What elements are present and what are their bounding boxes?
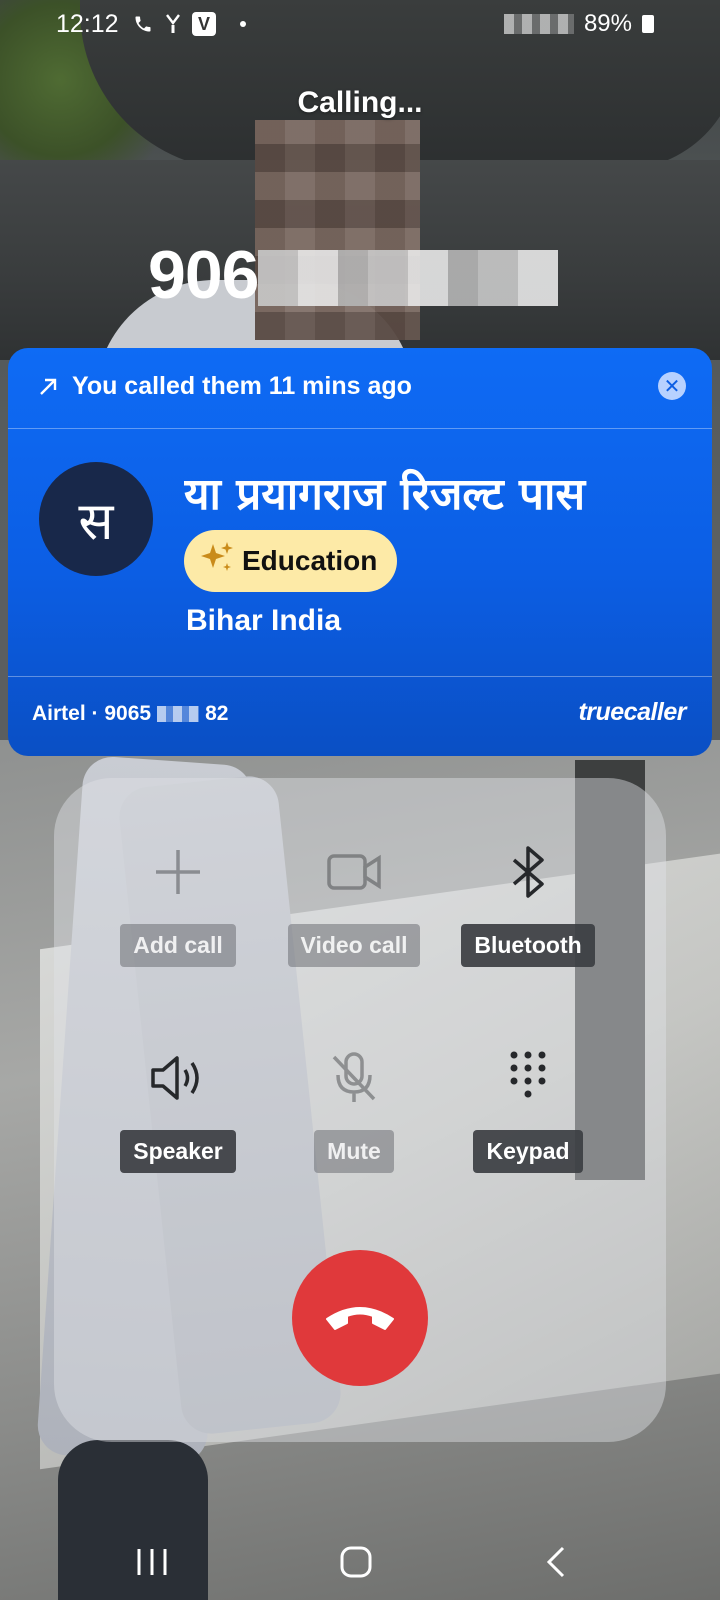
carrier-label: Airtel · 9065 (32, 702, 152, 725)
truecaller-logo: truecaller (578, 698, 686, 726)
truecaller-card[interactable]: You called them 11 mins ago ✕ स या प्रया… (8, 348, 712, 756)
speaker-label: Speaker (120, 1130, 236, 1173)
status-icons: V (132, 12, 246, 36)
status-time: 12:12 (56, 10, 119, 38)
caller-location: Bihar India (186, 604, 342, 637)
mic-off-icon (264, 1046, 444, 1110)
recents-button[interactable] (112, 1524, 192, 1600)
bluetooth-label: Bluetooth (461, 924, 595, 967)
category-tag: Education (184, 530, 398, 592)
keypad-label: Keypad (473, 1130, 583, 1173)
caller-name: या प्रयागराज रिजल्ट पास (184, 469, 586, 520)
missed-call-icon (162, 13, 184, 35)
category-label: Education (242, 545, 378, 576)
vodafone-icon: V (192, 12, 216, 36)
signal-icon (503, 14, 574, 34)
avatar: स (39, 462, 153, 576)
end-call-icon (323, 1299, 397, 1338)
battery-icon (642, 15, 654, 33)
number-redaction (258, 250, 558, 306)
pixelated-face (255, 120, 420, 340)
divider (8, 428, 712, 429)
speaker-button[interactable]: Speaker (88, 1046, 268, 1173)
end-call-button[interactable] (292, 1250, 428, 1386)
video-camera-icon (264, 840, 444, 904)
notification-dot-icon (240, 21, 246, 27)
phone-call-icon (132, 13, 154, 35)
battery-percent: 89% (583, 10, 632, 37)
carrier-redaction (157, 706, 200, 722)
video-call-label: Video call (287, 924, 421, 967)
bluetooth-button[interactable]: Bluetooth (438, 840, 618, 967)
close-icon[interactable]: ✕ (658, 372, 686, 400)
home-icon (340, 1546, 372, 1578)
outgoing-arrow-icon (36, 374, 60, 406)
mute-button[interactable]: Mute (264, 1046, 444, 1173)
call-status: Calling... (297, 86, 423, 119)
speaker-icon (88, 1046, 268, 1110)
bluetooth-icon (438, 840, 618, 904)
recents-icon (137, 1549, 167, 1575)
last-call-info: You called them 11 mins ago (72, 372, 412, 400)
home-button[interactable] (316, 1524, 396, 1600)
carrier-info: Airtel · 9065 82 (32, 702, 228, 726)
plus-icon (88, 840, 268, 904)
status-right: 89% (503, 10, 654, 38)
add-call-label: Add call (120, 924, 236, 967)
sparkle-icon (200, 541, 234, 582)
status-bar: 12:12 V 89% (0, 0, 720, 52)
add-call-button[interactable]: Add call (88, 840, 268, 967)
divider (8, 676, 712, 677)
video-call-button[interactable]: Video call (264, 840, 444, 967)
keypad-button[interactable]: Keypad (438, 1046, 618, 1173)
navigation-bar (0, 1524, 720, 1600)
caller-number: 906 (148, 237, 259, 313)
back-button[interactable] (516, 1524, 596, 1600)
carrier-suffix: 82 (205, 702, 229, 725)
back-icon (546, 1546, 565, 1578)
mute-label: Mute (314, 1130, 394, 1173)
dialpad-icon (438, 1046, 618, 1110)
